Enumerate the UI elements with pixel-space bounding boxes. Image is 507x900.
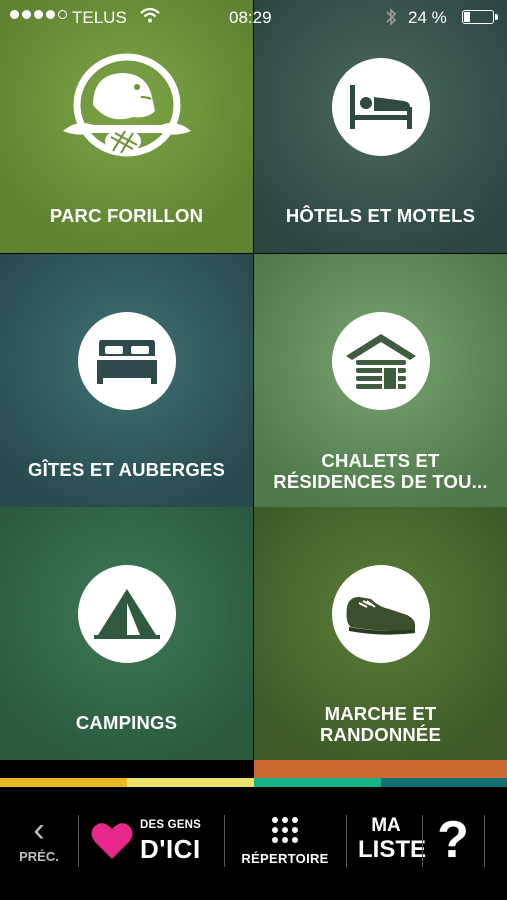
help-button[interactable]: ? bbox=[432, 809, 474, 871]
battery-percent: 24 % bbox=[408, 8, 447, 27]
des-gens-dici-button[interactable]: DES GENS D'ICI bbox=[88, 815, 218, 875]
tile-label: HÔTELS ET MOTELS bbox=[285, 205, 476, 226]
prev-button[interactable]: ‹ PRÉC. bbox=[10, 811, 68, 864]
liste-label: LISTE bbox=[358, 836, 427, 863]
des-gens-label: DES GENS bbox=[140, 819, 202, 831]
ma-label: MA bbox=[371, 815, 401, 836]
tile-label: CHALETS ET RÉSIDENCES DE TOU... bbox=[260, 450, 501, 492]
color-strip bbox=[127, 778, 254, 787]
tile-marche-randonnee[interactable]: MARCHE ET RANDONNÉE bbox=[254, 507, 507, 760]
tile-label: MARCHE ET RANDONNÉE bbox=[260, 703, 501, 745]
tile-gites-auberges[interactable]: GÎTES ET AUBERGES bbox=[0, 254, 253, 507]
beaver-logo-icon bbox=[62, 53, 191, 157]
chevron-left-icon: ‹ bbox=[33, 811, 45, 849]
icon-circle bbox=[77, 312, 176, 410]
clock: 08:29 bbox=[229, 8, 272, 27]
tile-label: PARC FORILLON bbox=[49, 205, 204, 226]
color-strip bbox=[381, 778, 507, 787]
repertoire-button[interactable]: RÉPERTOIRE bbox=[232, 815, 338, 866]
category-grid: PARC FORILLON HÔTELS ET MOTELS GÎTES ET … bbox=[0, 0, 507, 760]
divider bbox=[422, 815, 423, 867]
tent-icon bbox=[93, 589, 160, 639]
tile-label: GÎTES ET AUBERGES bbox=[28, 459, 225, 480]
divider bbox=[346, 815, 347, 867]
active-tab-indicator bbox=[254, 760, 507, 778]
repertoire-label: RÉPERTOIRE bbox=[241, 851, 329, 866]
signal-dot bbox=[58, 10, 67, 19]
signal-dot bbox=[22, 10, 31, 19]
tile-label-line1: CHALETS ET bbox=[321, 450, 440, 471]
color-strip bbox=[254, 778, 381, 787]
hiking-shoe-icon bbox=[346, 597, 415, 635]
tile-label: CAMPINGS bbox=[75, 712, 178, 733]
divider bbox=[484, 815, 485, 867]
battery-level bbox=[464, 12, 470, 22]
tile-hotels-motels[interactable]: HÔTELS ET MOTELS bbox=[254, 0, 507, 253]
wifi-icon bbox=[140, 7, 160, 23]
prev-label: PRÉC. bbox=[19, 849, 59, 864]
log-cabin-icon bbox=[345, 334, 416, 389]
tile-parc-forillon[interactable]: PARC FORILLON bbox=[0, 0, 253, 253]
status-bar: TELUS 08:29 24 % bbox=[0, 0, 507, 34]
divider bbox=[224, 815, 225, 867]
ma-liste-button[interactable]: MA LISTE bbox=[358, 815, 427, 863]
icon-circle bbox=[331, 312, 430, 410]
divider bbox=[78, 815, 79, 867]
signal-dot bbox=[34, 10, 43, 19]
double-bed-icon bbox=[96, 340, 157, 384]
heart-icon bbox=[91, 823, 133, 859]
grid-dots-icon bbox=[272, 817, 298, 843]
icon-circle bbox=[331, 58, 430, 156]
bottom-nav: ‹ PRÉC. DES GENS D'ICI RÉPERTOIRE MA LIS… bbox=[0, 787, 507, 900]
battery-icon bbox=[462, 10, 498, 24]
signal-dot bbox=[46, 10, 55, 19]
tile-label-line1: MARCHE ET bbox=[324, 703, 437, 724]
tile-label-line2: RÉSIDENCES DE TOU... bbox=[273, 471, 488, 492]
signal-strength-icon bbox=[10, 10, 67, 19]
signal-dot bbox=[10, 10, 19, 19]
bluetooth-icon bbox=[386, 8, 397, 26]
carrier-name: TELUS bbox=[72, 8, 127, 27]
icon-circle bbox=[77, 565, 176, 663]
dici-label: D'ICI bbox=[140, 834, 201, 864]
tile-label-line2: RANDONNÉE bbox=[319, 724, 442, 745]
tile-campings[interactable]: CAMPINGS bbox=[0, 507, 253, 760]
icon-circle bbox=[331, 565, 430, 663]
color-strip bbox=[0, 778, 127, 787]
bed-sleeping-icon bbox=[349, 85, 412, 129]
tile-chalets-residences[interactable]: CHALETS ET RÉSIDENCES DE TOU... bbox=[254, 254, 507, 507]
